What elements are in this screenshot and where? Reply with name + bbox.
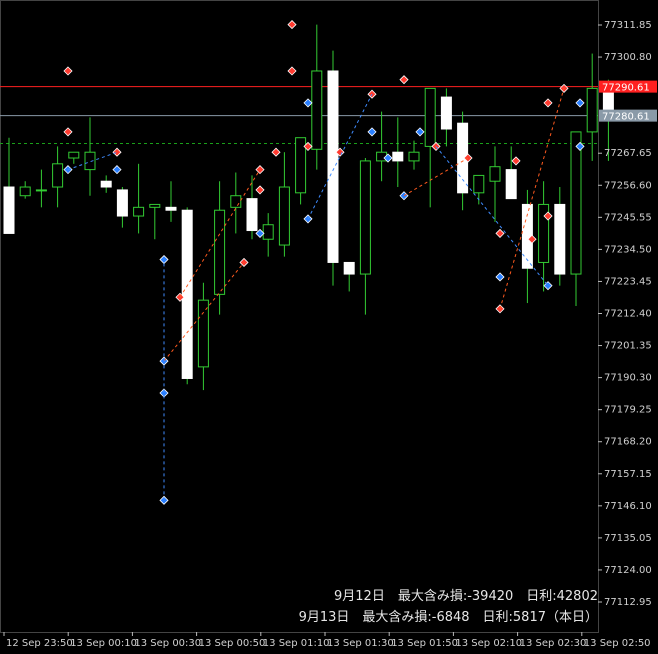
x-tick-label: 13 Sep 01:30 (327, 638, 394, 649)
candle-body (214, 209, 226, 295)
candle-body (262, 224, 274, 240)
candle-body (116, 189, 128, 217)
candle-body (343, 261, 355, 275)
trade-marker-icon (287, 19, 297, 30)
candle-body (230, 195, 242, 208)
y-tick-label: 77212.40 (604, 309, 652, 320)
candle-body (359, 160, 371, 275)
trade-marker-icon (303, 98, 313, 108)
x-tick-label: 13 Sep 02:10 (455, 638, 522, 649)
y-tick-label: 77124.00 (604, 565, 652, 576)
y-tick-label: 77256.60 (604, 180, 652, 191)
trade-marker-icon (63, 66, 73, 76)
chart-window[interactable]: 77311.85 77300.80 77267.65 77256.60 77245.55… (0, 0, 658, 654)
trade-marker-icon (287, 66, 297, 76)
y-tick-label: 77112.95 (604, 597, 652, 608)
trade-marker-icon (367, 127, 377, 137)
price-level-tag-label: 77280.61 (602, 112, 650, 123)
candle-body (424, 87, 436, 147)
info-line-yesterday: 9月12日 最大含み損:-39420 日利:42802 (334, 589, 598, 604)
y-tick-label: 77135.05 (604, 533, 652, 544)
candle-body (19, 186, 31, 197)
trade-marker-icon (495, 228, 505, 238)
candle-body (35, 189, 47, 192)
candle-body (3, 186, 15, 234)
x-tick-label: 12 Sep 23:50 (6, 638, 73, 649)
candle-body (311, 70, 323, 150)
y-tick-label: 77157.15 (604, 469, 652, 480)
candle-body (197, 299, 209, 368)
price-chart[interactable]: 77311.85 77300.80 77267.65 77256.60 77245.55… (0, 0, 658, 654)
candle-body (149, 203, 161, 208)
trade-marker-icon (255, 185, 265, 195)
trade-marker-icon (575, 98, 585, 108)
trade-marker-icon (399, 75, 409, 85)
y-tick-label: 77201.35 (604, 341, 652, 352)
candle-body (52, 163, 64, 188)
candle-body (408, 151, 420, 162)
candle-body (68, 151, 80, 159)
candle-body (100, 180, 112, 188)
candle-body (181, 209, 193, 379)
candle-body (554, 203, 566, 275)
plot-frame (0, 0, 599, 633)
y-tick-label: 77168.20 (604, 437, 652, 448)
candle-body (489, 166, 501, 182)
y-tick-label: 77234.50 (604, 244, 652, 255)
candle-body (440, 96, 452, 130)
y-tick-label: 77267.65 (604, 148, 652, 159)
x-tick-label: 13 Sep 02:50 (584, 638, 651, 649)
trade-marker-icon (112, 165, 122, 175)
candle-body (278, 186, 290, 246)
candle-body (505, 169, 517, 200)
trade-marker-icon (511, 156, 521, 166)
y-tick-label: 77190.30 (604, 373, 652, 384)
trade-marker-icon (271, 147, 281, 157)
candle-body (586, 87, 598, 133)
trade-marker-icon (63, 127, 73, 137)
trade-marker-icon (543, 98, 553, 108)
candle-body (165, 206, 177, 211)
candle-body (392, 151, 404, 162)
candle-body (570, 131, 582, 275)
info-line-today: 9月13日 最大含み損:-6848 日利:5817（本日） (298, 610, 598, 625)
trade-marker-icon (495, 272, 505, 282)
y-tick-label: 77223.45 (604, 276, 652, 287)
candle-body (133, 206, 145, 217)
x-tick-label: 13 Sep 01:50 (391, 638, 458, 649)
price-level-tag-label: 77290.61 (602, 83, 650, 94)
y-tick-label: 77300.80 (604, 52, 652, 63)
candle-body (473, 174, 485, 194)
x-tick-label: 13 Sep 00:50 (199, 638, 266, 649)
candle-body (327, 70, 339, 263)
y-tick-label: 77179.25 (604, 405, 652, 416)
y-tick-label: 77146.10 (604, 501, 652, 512)
x-tick-label: 13 Sep 02:30 (520, 638, 587, 649)
x-tick-label: 13 Sep 00:10 (70, 638, 137, 649)
y-tick-label: 77311.85 (604, 20, 652, 31)
x-tick-label: 13 Sep 01:10 (263, 638, 330, 649)
trade-marker-icon (415, 127, 425, 137)
candle-body (246, 198, 258, 232)
y-tick-label: 77245.55 (604, 212, 652, 223)
x-tick-label: 13 Sep 00:30 (134, 638, 201, 649)
